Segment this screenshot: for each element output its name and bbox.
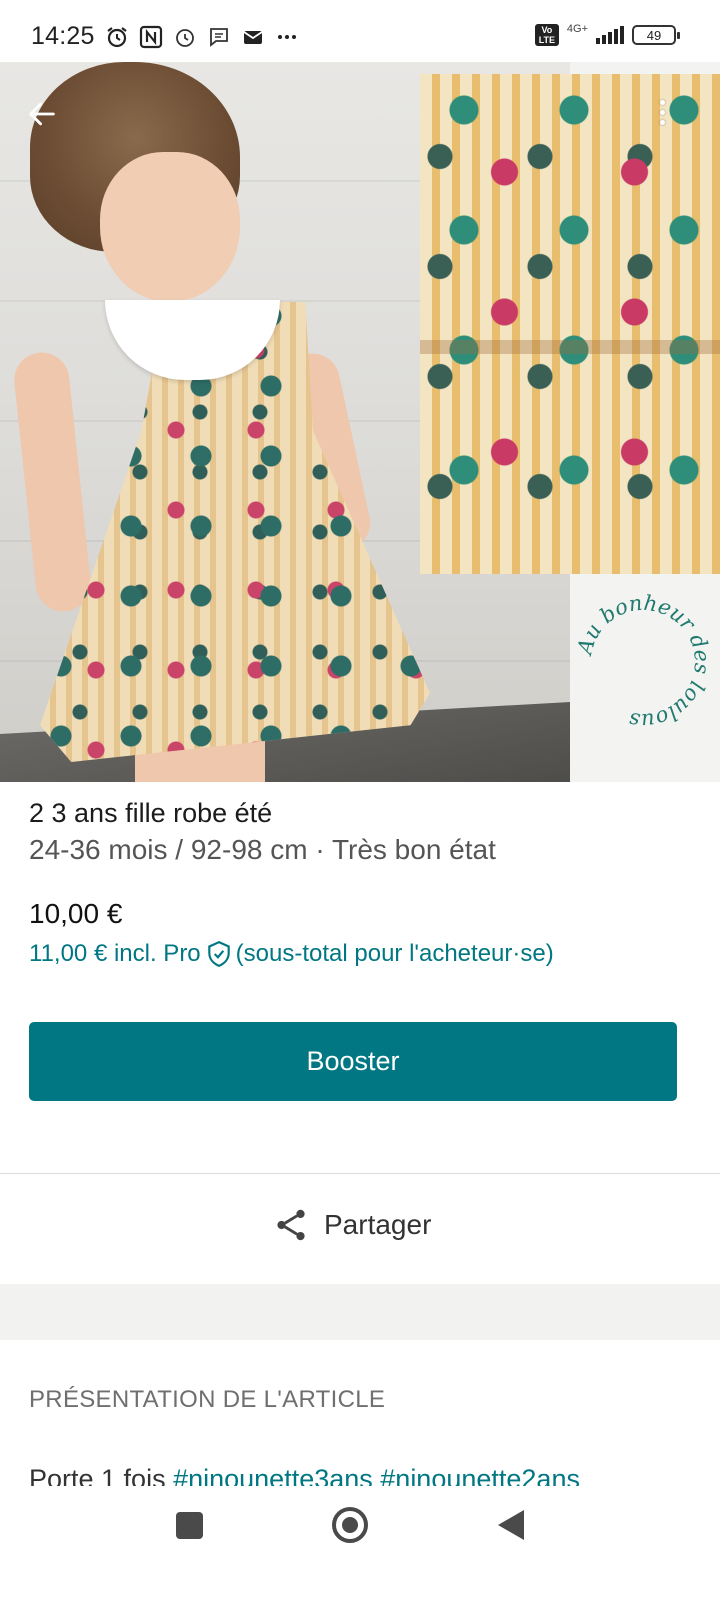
status-time: 14:25 bbox=[31, 22, 95, 50]
item-price: 10,00 € bbox=[29, 898, 123, 929]
shop-logo: Au bonheur des loulous bbox=[573, 592, 713, 732]
description-text: Porte 1 fois bbox=[29, 1464, 174, 1486]
more-options-button[interactable] bbox=[650, 90, 674, 134]
signal-icon bbox=[596, 26, 624, 44]
share-label: Partager bbox=[324, 1209, 432, 1240]
volte-badge: Vo LTE bbox=[534, 24, 559, 46]
svg-text:Au bonheur des loulous: Au bonheur des loulous bbox=[573, 592, 713, 732]
system-back-button[interactable] bbox=[498, 1510, 524, 1540]
divider bbox=[0, 1173, 720, 1174]
network-type: 4G+ bbox=[566, 23, 588, 35]
more-notifications-icon bbox=[277, 34, 296, 39]
fabric-detail-photo bbox=[420, 74, 720, 574]
pro-price-note: (sous-total pour l'acheteur·se) bbox=[235, 940, 554, 967]
share-icon bbox=[277, 1209, 305, 1241]
share-button[interactable]: Partager bbox=[272, 1206, 431, 1244]
hashtag-link[interactable]: #ninounette2ans bbox=[380, 1464, 580, 1486]
item-subtitle: 24-36 mois / 92-98 cm · Très bon état bbox=[29, 834, 496, 865]
alarm-small-icon bbox=[175, 28, 194, 47]
hashtag-link[interactable]: #ninounette3ans bbox=[173, 1464, 373, 1486]
more-dot-icon bbox=[659, 99, 665, 105]
recent-apps-button[interactable] bbox=[176, 1512, 203, 1539]
fabric-seam bbox=[420, 340, 720, 354]
more-dot-icon bbox=[659, 109, 665, 115]
item-title: 2 3 ans fille robe été bbox=[29, 798, 273, 828]
message-icon bbox=[209, 27, 228, 47]
battery-level: 49 bbox=[646, 27, 662, 43]
alarm-icon bbox=[106, 26, 127, 47]
section-separator bbox=[0, 1284, 720, 1340]
home-button[interactable] bbox=[332, 1507, 368, 1543]
mail-icon bbox=[243, 30, 263, 44]
battery-icon: 49 bbox=[632, 25, 680, 45]
booster-button[interactable]: Booster bbox=[29, 1022, 677, 1101]
status-bar: 14:25 Vo LTE 4G+ 49 bbox=[0, 0, 720, 62]
shield-check-icon bbox=[207, 940, 230, 968]
more-dot-icon bbox=[659, 119, 665, 125]
status-right: Vo LTE 4G+ 49 bbox=[534, 23, 680, 46]
pro-price-row[interactable]: 11,00 € incl. Pro (sous-total pour l'ach… bbox=[29, 940, 554, 968]
home-dot-icon bbox=[342, 1517, 358, 1533]
section-title: PRÉSENTATION DE L'ARTICLE bbox=[29, 1386, 386, 1413]
pro-price: 11,00 € incl. Pro bbox=[29, 940, 201, 967]
system-nav-bar bbox=[0, 1486, 720, 1600]
item-description: Porte 1 fois #ninounette3ans #ninounette… bbox=[29, 1460, 709, 1486]
back-button[interactable] bbox=[22, 94, 62, 134]
child-face bbox=[100, 152, 240, 302]
arrow-left-icon bbox=[29, 102, 55, 126]
nfc-icon bbox=[139, 25, 162, 48]
status-left: 14:25 bbox=[31, 22, 299, 51]
product-photo[interactable]: Au bonheur des loulous bbox=[0, 62, 720, 782]
